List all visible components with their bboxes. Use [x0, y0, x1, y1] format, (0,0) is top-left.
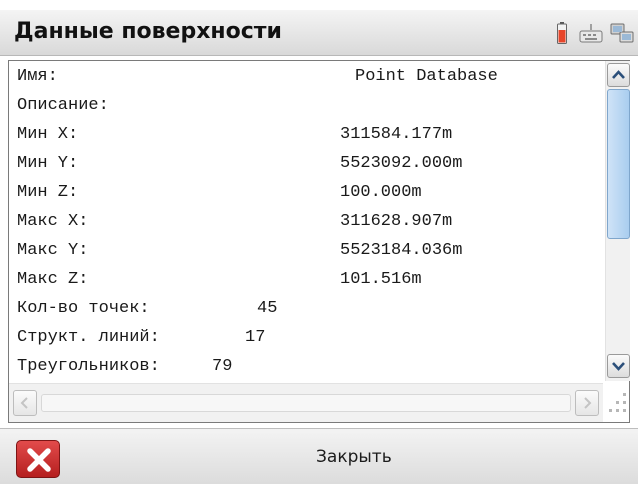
horizontal-scrollbar[interactable] [9, 383, 603, 422]
min-z-value: 100.000m [340, 183, 422, 202]
scroll-down-button[interactable] [607, 354, 630, 378]
close-x-button[interactable] [16, 440, 60, 478]
bottom-command-bar: Закрыть [0, 428, 638, 484]
min-z-label: Мин Z: [17, 183, 79, 202]
surface-details-text: Имя: Point Database Описание: Мин X: 311… [9, 61, 603, 381]
points-count-label: Кол-во точек: [17, 299, 150, 318]
horizontal-scroll-track[interactable] [41, 394, 571, 412]
min-x-value: 311584.177m [340, 125, 453, 144]
chevron-left-icon [20, 397, 28, 409]
scroll-left-button[interactable] [13, 390, 37, 416]
max-y-label: Макс Y: [17, 241, 89, 260]
surface-details-panel: Имя: Point Database Описание: Мин X: 311… [8, 60, 630, 423]
resize-grip-icon[interactable] [607, 387, 629, 419]
min-x-label: Мин X: [17, 125, 79, 144]
description-label: Описание: [17, 96, 109, 115]
scroll-right-button[interactable] [575, 390, 599, 416]
keyboard-icon[interactable] [579, 22, 603, 44]
points-count-value: 45 [257, 299, 278, 318]
vertical-scrollbar[interactable] [605, 61, 630, 381]
breaklines-count-value: 17 [245, 328, 266, 347]
battery-icon[interactable] [557, 22, 567, 44]
scroll-up-button[interactable] [607, 63, 630, 87]
vertical-scroll-thumb[interactable] [607, 89, 630, 239]
chevron-up-icon [612, 70, 625, 79]
max-z-label: Макс Z: [17, 270, 89, 289]
min-y-value: 5523092.000m [340, 154, 463, 173]
max-z-value: 101.516m [340, 270, 422, 289]
name-label: Имя: [17, 67, 58, 86]
min-y-label: Мин Y: [17, 154, 79, 173]
title-bar: Данные поверхности [0, 10, 638, 56]
name-value: Point Database [355, 67, 498, 86]
chevron-right-icon [584, 397, 592, 409]
breaklines-count-label: Структ. линий: [17, 328, 160, 347]
max-x-label: Макс X: [17, 212, 89, 231]
close-button[interactable]: Закрыть [316, 447, 392, 467]
window-title: Данные поверхности [14, 19, 282, 44]
max-x-value: 311628.907m [340, 212, 453, 231]
max-y-value: 5523184.036m [340, 241, 463, 260]
triangles-count-value: 79 [212, 357, 233, 376]
network-icon[interactable] [610, 22, 634, 44]
close-x-icon [27, 448, 51, 472]
chevron-down-icon [612, 362, 625, 371]
triangles-count-label: Треугольников: [17, 357, 160, 376]
